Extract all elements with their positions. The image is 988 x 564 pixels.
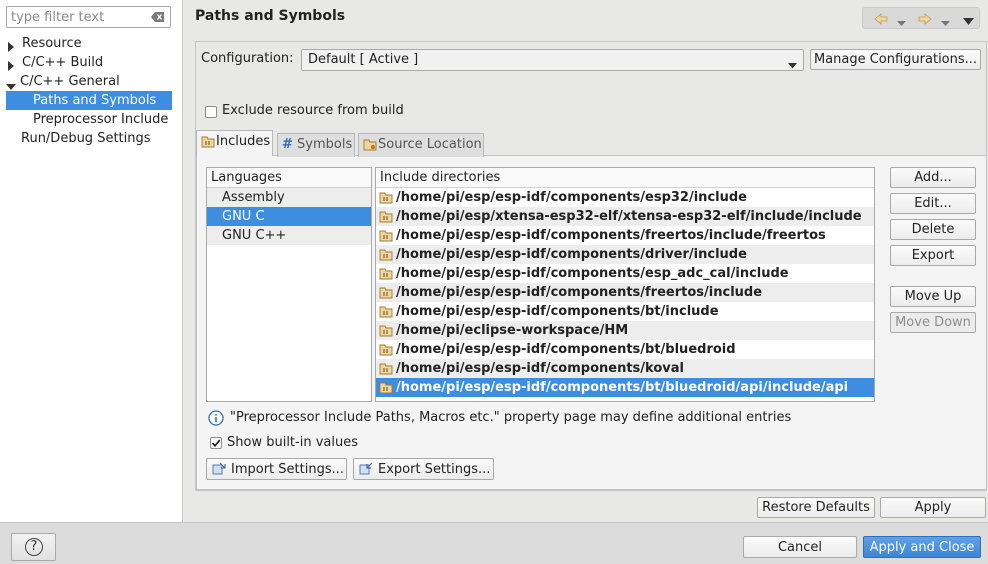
checkmark-icon [211,439,221,448]
manage-configurations-button[interactable]: Manage Configurations... [810,49,981,70]
include-item[interactable]: /home/pi/esp/esp-idf/components/esp32/in… [376,188,874,207]
tab-includes[interactable]: Includes [196,130,273,156]
collapse-arrow-icon[interactable] [6,77,16,90]
tree-item-cpp-build[interactable]: C/C++ Build [8,53,178,72]
include-directories-list[interactable]: Include directories /home/pi/esp/esp-idf… [375,167,875,402]
tab-label: Source Location [378,137,482,152]
languages-header: Languages [207,168,371,188]
tree-item-label: Resource [22,36,82,51]
export-settings-icon [359,462,374,482]
include-item[interactable]: /home/pi/esp/esp-idf/components/bt/inclu… [376,302,874,321]
include-item[interactable]: /home/pi/esp/esp-idf/components/freertos… [376,226,874,245]
edit-button[interactable]: Edit... [890,193,976,214]
source-folder-icon [363,138,378,160]
restore-defaults-button[interactable]: Restore Defaults [757,497,875,518]
tree-item-label: Preprocessor Include [33,112,169,127]
help-button[interactable]: ? [11,533,56,561]
include-item[interactable]: /home/pi/esp/esp-idf/components/bt/blued… [376,340,874,359]
tree-item-preprocessor-include[interactable]: Preprocessor Include [6,110,178,129]
export-settings-label: Export Settings... [378,461,491,477]
filter-field[interactable] [6,6,171,28]
tree-item-label: C/C++ Build [22,55,104,70]
filter-input[interactable] [7,7,145,27]
show-builtin-checkbox[interactable] [210,437,222,449]
configuration-value: Default [ Active ] [308,52,419,67]
tree-item-label: Run/Debug Settings [21,131,151,146]
hash-icon: # [282,137,293,152]
chevron-down-icon [788,58,797,73]
tree-item-paths-and-symbols[interactable]: Paths and Symbols [6,91,172,110]
dialog-button-bar: ? Cancel Apply and Close [0,522,988,564]
include-path: /home/pi/eclipse-workspace/HM [396,323,629,338]
include-path: /home/pi/esp/esp-idf/components/koval [396,361,684,376]
language-item-gnu-cpp[interactable]: GNU C++ [207,226,371,245]
includes-folder-icon [201,135,216,157]
include-item[interactable]: /home/pi/eclipse-workspace/HM [376,321,874,340]
add-button[interactable]: Add... [890,167,976,188]
info-icon [208,410,224,430]
include-path: /home/pi/esp/esp-idf/components/esp_adc_… [396,266,789,281]
import-settings-icon [212,462,227,482]
tree-item-label: C/C++ General [20,74,120,89]
page-title: Paths and Symbols [195,8,346,24]
include-path: /home/pi/esp/esp-idf/components/bt/blued… [396,342,736,357]
include-item[interactable]: /home/pi/esp/esp-idf/components/freertos… [376,283,874,302]
import-settings-button[interactable]: Import Settings... [206,458,347,480]
tab-label: Includes [216,134,271,149]
delete-button[interactable]: Delete [890,219,976,240]
tab-symbols[interactable]: # Symbols [277,133,355,157]
configuration-label: Configuration: [201,51,294,66]
include-folder-icon [379,380,394,401]
import-settings-label: Import Settings... [231,461,344,477]
expand-arrow-icon[interactable] [8,58,18,71]
include-path: /home/pi/esp/esp-idf/components/driver/i… [396,247,747,262]
tree-item-run-debug-settings[interactable]: Run/Debug Settings [6,129,178,148]
include-path: /home/pi/esp/esp-idf/components/bt/inclu… [396,304,719,319]
tree-item-label: Paths and Symbols [33,93,157,108]
navigation-toolbar [862,7,980,29]
exclude-resource-label: Exclude resource from build [222,103,404,118]
include-path: /home/pi/esp/esp-idf/components/freertos… [396,228,826,243]
view-menu-icon[interactable] [963,15,974,31]
help-icon: ? [25,538,43,556]
tab-label: Symbols [297,137,353,152]
info-text: "Preprocessor Include Paths, Macros etc.… [230,410,792,425]
cancel-button[interactable]: Cancel [743,536,857,558]
include-item[interactable]: /home/pi/esp/esp-idf/components/driver/i… [376,245,874,264]
include-path: /home/pi/esp/esp-idf/components/freertos… [396,285,763,300]
move-down-button[interactable]: Move Down [890,312,976,333]
include-directories-header: Include directories [376,168,874,188]
apply-button[interactable]: Apply [880,497,986,518]
language-item-gnu-c[interactable]: GNU C [207,207,371,226]
include-path: /home/pi/esp/esp-idf/components/esp32/in… [396,190,747,205]
move-up-button[interactable]: Move Up [890,286,976,307]
export-settings-button[interactable]: Export Settings... [353,458,494,480]
apply-and-close-button[interactable]: Apply and Close [863,536,981,558]
back-dropdown-icon[interactable] [897,16,906,32]
tree-item-resource[interactable]: Resource [8,34,178,53]
include-item[interactable]: /home/pi/esp/esp-idf/components/esp_adc_… [376,264,874,283]
languages-list[interactable]: Languages Assembly GNU C GNU C++ [206,167,372,402]
export-button[interactable]: Export [890,245,976,266]
expand-arrow-icon[interactable] [8,39,18,52]
tree-item-cpp-general[interactable]: C/C++ General [6,72,176,91]
forward-arrow-icon[interactable] [917,11,933,27]
show-builtin-label: Show built-in values [227,435,358,450]
include-item[interactable]: /home/pi/esp/xtensa-esp32-elf/xtensa-esp… [376,207,874,226]
include-item[interactable]: /home/pi/esp/esp-idf/components/koval [376,359,874,378]
include-rows: /home/pi/esp/esp-idf/components/esp32/in… [376,188,874,397]
clear-filter-icon[interactable] [151,11,165,23]
forward-dropdown-icon[interactable] [941,16,950,32]
property-tree-panel: Resource C/C++ Build C/C++ General Paths… [0,0,183,522]
language-item-assembly[interactable]: Assembly [207,188,371,207]
include-path: /home/pi/esp/esp-idf/components/bt/blued… [396,380,849,395]
include-item[interactable]: /home/pi/esp/esp-idf/components/bt/blued… [376,378,874,397]
include-path: /home/pi/esp/xtensa-esp32-elf/xtensa-esp… [396,209,862,224]
back-arrow-icon[interactable] [873,11,889,27]
exclude-resource-checkbox[interactable] [205,106,217,118]
tab-source-location[interactable]: Source Location [358,133,484,157]
configuration-select[interactable]: Default [ Active ] [301,49,804,71]
